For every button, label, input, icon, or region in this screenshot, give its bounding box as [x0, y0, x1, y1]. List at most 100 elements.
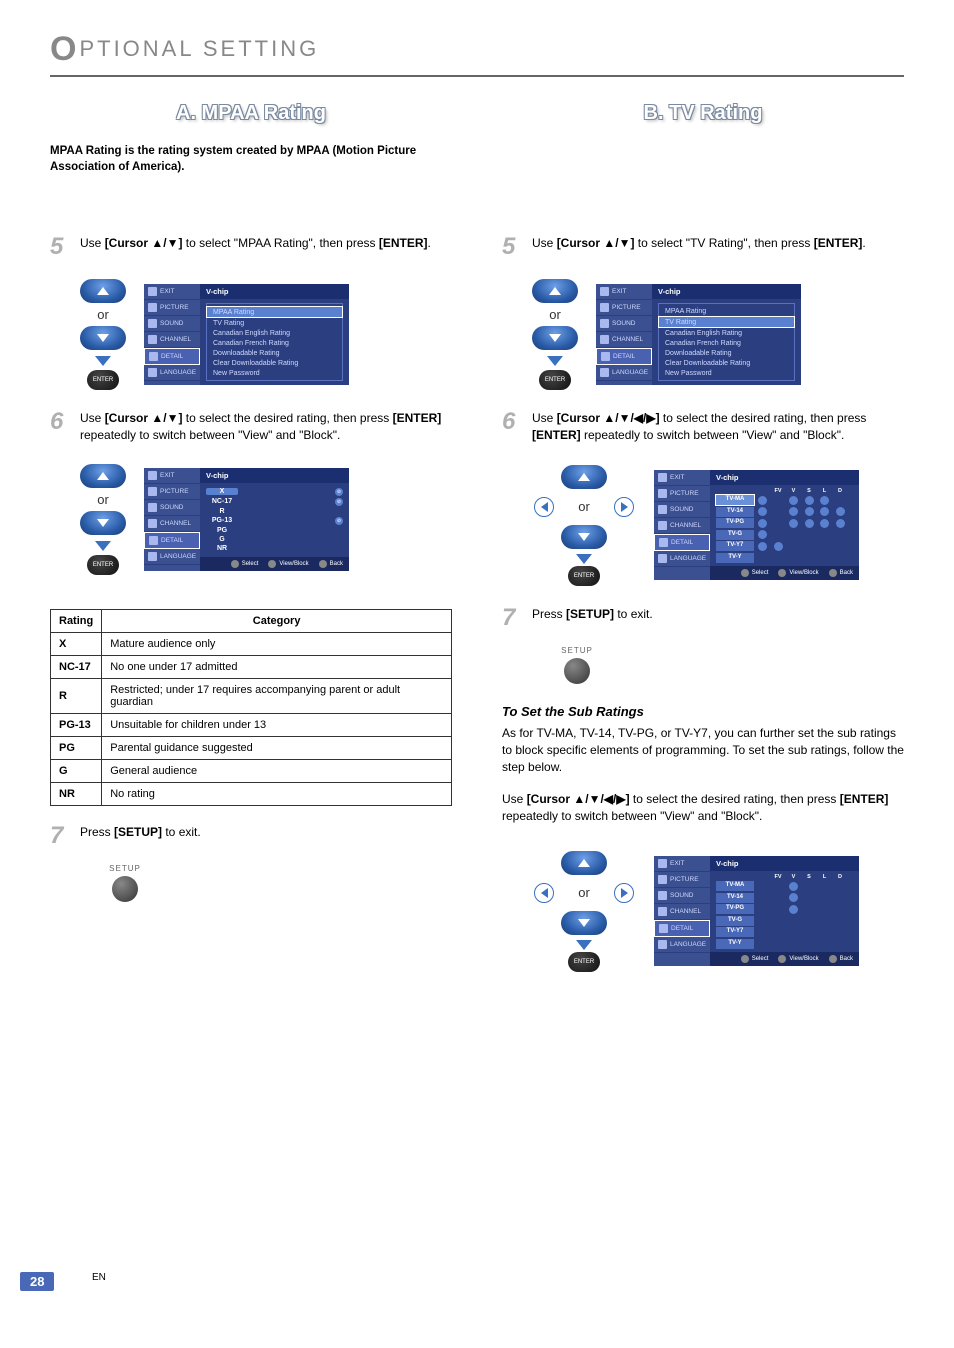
step-number: 5 — [502, 235, 524, 259]
enter-button[interactable]: ENTER — [539, 370, 571, 390]
step-7-right: 7 Press [SETUP] to exit. — [502, 606, 904, 630]
osd-title: V-chip — [652, 284, 801, 299]
step-5-left: 5 Use [Cursor ▲/▼] to select "MPAA Ratin… — [50, 235, 452, 259]
or-label: or — [549, 307, 561, 322]
cursor-up-button[interactable] — [561, 851, 607, 875]
enter-button[interactable]: ENTER — [87, 555, 119, 575]
step-text: Use [Cursor ▲/▼] to select "MPAA Rating"… — [80, 235, 452, 252]
osd-item: Clear Downloadable Rating — [207, 358, 342, 368]
osd-side-detail: DETAIL — [144, 532, 200, 549]
or-label: or — [97, 492, 109, 507]
osd-side-exit: EXIT — [144, 284, 200, 300]
step-text: Press [SETUP] to exit. — [532, 606, 904, 623]
cursor-down-button[interactable] — [532, 326, 578, 350]
remote-osd-row: or ENTER EXIT PICTURE SOUND CHANNEL DETA… — [532, 279, 904, 390]
osd-side-language: LANGUAGE — [654, 551, 710, 567]
remote-osd-row: or ENTER EXIT PICTURE SOUND CHANNEL DETA… — [532, 850, 904, 972]
arrow-down-icon — [547, 356, 563, 366]
osd-side-picture: PICTURE — [596, 300, 652, 316]
cursor-down-button[interactable] — [561, 911, 607, 935]
step-text: Use [Cursor ▲/▼] to select "TV Rating", … — [532, 235, 904, 252]
osd-side-language: LANGUAGE — [596, 365, 652, 381]
osd-footer-viewblock: View/Block — [789, 956, 818, 962]
cursor-left-button[interactable] — [534, 497, 554, 517]
remote-up-down: or ENTER — [80, 279, 126, 390]
osd-item: Clear Downloadable Rating — [659, 358, 794, 368]
osd-side-channel: CHANNEL — [144, 516, 200, 532]
section-b-title: B. TV Rating — [502, 102, 904, 125]
osd-side-picture: PICTURE — [144, 484, 200, 500]
osd-item: MPAA Rating — [659, 306, 794, 316]
step-number: 5 — [50, 235, 72, 259]
setup-button[interactable] — [112, 876, 138, 902]
page-header: OPTIONAL SETTING — [50, 30, 904, 77]
osd-side-picture: PICTURE — [654, 872, 710, 888]
osd-side-channel: CHANNEL — [596, 332, 652, 348]
osd-footer-viewblock: View/Block — [789, 570, 818, 576]
cursor-down-button[interactable] — [561, 525, 607, 549]
header-title: OPTIONAL SETTING — [50, 36, 319, 61]
osd-side-exit: EXIT — [654, 856, 710, 872]
osd-side-exit: EXIT — [596, 284, 652, 300]
osd-side-channel: CHANNEL — [654, 904, 710, 920]
sub-ratings-heading: To Set the Sub Ratings — [502, 704, 904, 719]
cursor-up-button[interactable] — [80, 279, 126, 303]
osd-footer-back: Back — [330, 561, 343, 567]
setup-button-block: SETUP — [100, 864, 150, 902]
header-text: PTIONAL SETTING — [79, 36, 319, 61]
osd-side-detail: DETAIL — [596, 348, 652, 365]
osd-side-language: LANGUAGE — [654, 937, 710, 953]
osd-item: Canadian French Rating — [207, 338, 342, 348]
cursor-left-button[interactable] — [534, 883, 554, 903]
osd-title: V-chip — [710, 856, 859, 871]
page-footer: 28 EN — [50, 1272, 904, 1283]
step-number: 6 — [50, 410, 72, 434]
remote-up-down: or ENTER — [532, 279, 578, 390]
step-text: Use [Cursor ▲/▼/◀/▶] to select the desir… — [532, 410, 904, 444]
enter-button[interactable]: ENTER — [87, 370, 119, 390]
remote-osd-row: or ENTER EXIT PICTURE SOUND CHANNEL DETA… — [80, 279, 452, 390]
enter-button[interactable]: ENTER — [568, 566, 600, 586]
osd-item: New Password — [207, 368, 342, 378]
th-category: Category — [102, 609, 452, 632]
osd-side-detail: DETAIL — [144, 348, 200, 365]
cursor-up-button[interactable] — [561, 465, 607, 489]
osd-side-channel: CHANNEL — [144, 332, 200, 348]
section-a-title: A. MPAA Rating — [50, 102, 452, 125]
cursor-down-button[interactable] — [80, 511, 126, 535]
osd-side-sound: SOUND — [144, 500, 200, 516]
osd-item: MPAA Rating — [206, 306, 343, 318]
cursor-up-button[interactable] — [532, 279, 578, 303]
cursor-right-button[interactable] — [614, 883, 634, 903]
step-7-left: 7 Press [SETUP] to exit. — [50, 824, 452, 848]
osd-side-sound: SOUND — [654, 502, 710, 518]
step-6-right: 6 Use [Cursor ▲/▼/◀/▶] to select the des… — [502, 410, 904, 444]
osd-menu-vchip-list: EXIT PICTURE SOUND CHANNEL DETAIL LANGUA… — [596, 284, 801, 385]
osd-side-exit: EXIT — [654, 470, 710, 486]
osd-side-exit: EXIT — [144, 468, 200, 484]
cursor-up-button[interactable] — [80, 464, 126, 488]
osd-item: Canadian English Rating — [659, 328, 794, 338]
header-o: O — [50, 30, 79, 68]
page-lang: EN — [92, 1272, 904, 1283]
rating-r: R — [206, 508, 238, 515]
remote-up-down: or ENTER — [80, 464, 126, 575]
arrow-down-icon — [95, 541, 111, 551]
enter-button[interactable]: ENTER — [568, 952, 600, 972]
mpaa-intro: MPAA Rating is the rating system created… — [50, 143, 452, 175]
osd-side-language: LANGUAGE — [144, 549, 200, 565]
remote-4way: or ENTER — [532, 850, 636, 972]
or-label: or — [578, 885, 590, 900]
arrow-down-icon — [576, 554, 592, 564]
arrow-down-icon — [95, 356, 111, 366]
cursor-down-button[interactable] — [80, 326, 126, 350]
osd-footer-select: Select — [752, 570, 769, 576]
setup-button[interactable] — [564, 658, 590, 684]
osd-side-channel: CHANNEL — [654, 518, 710, 534]
sub-ratings-para: As for TV-MA, TV-14, TV-PG, or TV-Y7, yo… — [502, 725, 904, 777]
rating-pg: PG — [206, 527, 238, 534]
cursor-right-button[interactable] — [614, 497, 634, 517]
step-number: 7 — [502, 606, 524, 630]
osd-title: V-chip — [710, 470, 859, 485]
osd-item: Canadian English Rating — [207, 328, 342, 338]
